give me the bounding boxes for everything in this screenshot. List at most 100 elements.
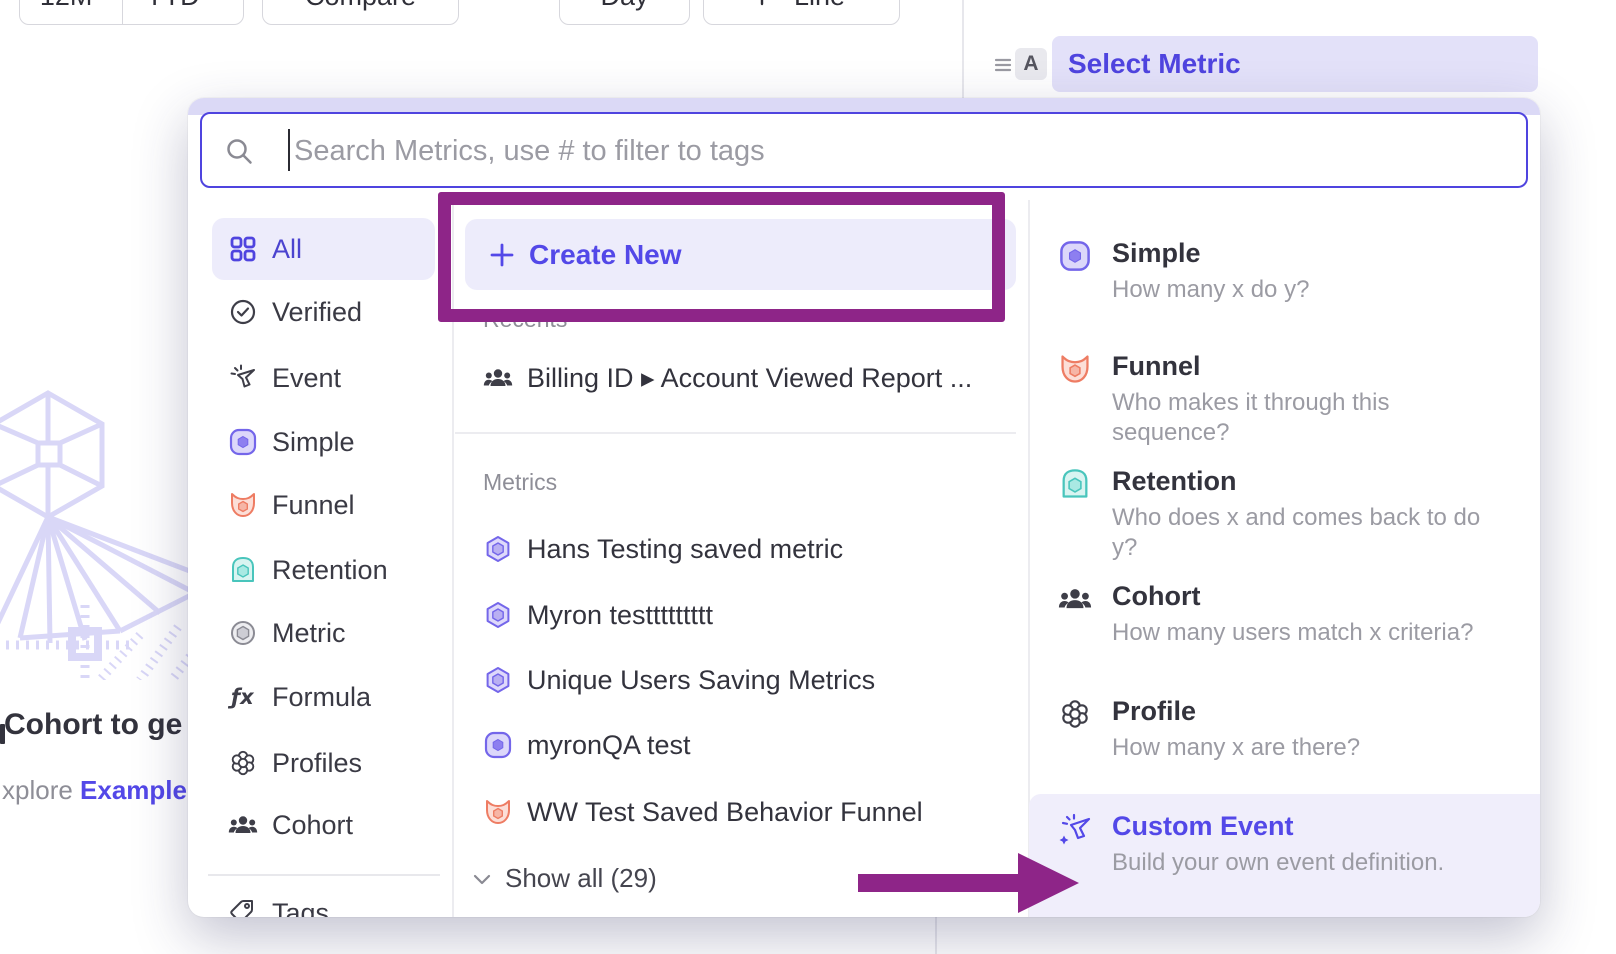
profiles-flower-icon bbox=[228, 748, 258, 778]
screen: 12M YTD Compare Day Line A Select Metric bbox=[0, 0, 1616, 954]
day-label: Day bbox=[600, 0, 648, 12]
type-row-retention[interactable]: Retention Who does x and comes back to d… bbox=[1058, 465, 1498, 563]
middle-divider bbox=[455, 432, 1016, 434]
type-title: Profile bbox=[1112, 695, 1360, 727]
custom-event-cursor-icon bbox=[1058, 812, 1092, 846]
funnel-icon bbox=[1058, 352, 1092, 386]
funnel-icon bbox=[228, 490, 258, 520]
compare-button[interactable]: Compare bbox=[262, 0, 459, 25]
show-all-toggle[interactable]: Show all (29) bbox=[473, 850, 657, 906]
line-label: Line bbox=[794, 0, 845, 12]
annotation-arrow bbox=[858, 853, 1080, 913]
metrics-heading: Metrics bbox=[483, 469, 557, 496]
sidebar-item-label: Simple bbox=[272, 427, 355, 458]
metric-item-label: Unique Users Saving Metrics bbox=[527, 665, 875, 696]
chart-type-line-button[interactable]: Line bbox=[703, 0, 900, 25]
simple-metric-icon bbox=[228, 427, 258, 457]
sidebar-item-label: All bbox=[272, 234, 302, 265]
sidebar-item-event[interactable]: Event bbox=[212, 347, 435, 409]
svg-text:ƒx: ƒx bbox=[228, 685, 255, 709]
sidebar-item-formula[interactable]: ƒx Formula bbox=[212, 666, 435, 728]
type-subtitle: Who makes it through this sequence? bbox=[1112, 388, 1498, 448]
metric-list-item[interactable]: myronQA test bbox=[483, 717, 691, 773]
type-row-profile[interactable]: Profile How many x are there? bbox=[1058, 695, 1498, 763]
retention-icon bbox=[228, 555, 258, 585]
metric-item-label: Hans Testing saved metric bbox=[527, 534, 843, 565]
sidebar-item-funnel[interactable]: Funnel bbox=[212, 474, 435, 536]
explore-line: xplore Example R bbox=[2, 775, 188, 811]
sidebar-item-tags[interactable]: Tags bbox=[212, 882, 435, 917]
formula-fx-icon: ƒx bbox=[228, 682, 258, 712]
type-row-custom-event[interactable]: Custom Event Build your own event defini… bbox=[1058, 810, 1498, 878]
date-range-segmented-control[interactable]: 12M YTD bbox=[19, 0, 244, 25]
panel-divider-bottom bbox=[935, 917, 937, 954]
type-subtitle: Who does x and comes back to do y? bbox=[1112, 503, 1498, 563]
type-subtitle: Build your own event definition. bbox=[1112, 848, 1444, 878]
metric-list-item[interactable]: WW Test Saved Behavior Funnel bbox=[483, 784, 923, 840]
recent-item-label: Billing ID ▸ Account Viewed Report ... bbox=[527, 363, 972, 394]
type-title: Retention bbox=[1112, 465, 1498, 497]
sidebar-item-metric[interactable]: Metric bbox=[212, 602, 435, 664]
range-12m-button[interactable]: 12M bbox=[20, 0, 112, 24]
search-input[interactable] bbox=[292, 118, 1476, 184]
metric-list-item[interactable]: Hans Testing saved metric bbox=[483, 521, 843, 577]
metric-item-label: myronQA test bbox=[527, 730, 691, 761]
metric-hexagon-icon bbox=[483, 600, 513, 630]
type-row-funnel[interactable]: Funnel Who makes it through this sequenc… bbox=[1058, 350, 1498, 448]
chevron-down-icon bbox=[208, 0, 221, 1]
metric-hexagon-icon bbox=[228, 618, 258, 648]
type-title: Simple bbox=[1112, 237, 1309, 269]
funnel-icon bbox=[483, 797, 513, 827]
sidebar-item-cohort[interactable]: Cohort bbox=[212, 794, 435, 856]
compare-label: Compare bbox=[305, 0, 416, 12]
simple-metric-icon bbox=[483, 730, 513, 760]
chevron-down-icon bbox=[473, 872, 491, 885]
metric-list-item[interactable]: Unique Users Saving Metrics bbox=[483, 652, 875, 708]
example-link[interactable]: Example R bbox=[80, 775, 188, 805]
sidebar-item-label: Metric bbox=[272, 618, 346, 649]
type-title: Funnel bbox=[1112, 350, 1498, 382]
search-box bbox=[200, 112, 1528, 188]
panel-divider-top bbox=[962, 0, 964, 98]
sidebar-item-profiles[interactable]: Profiles bbox=[212, 732, 435, 794]
background-illustration bbox=[0, 335, 195, 680]
type-row-simple[interactable]: Simple How many x do y? bbox=[1058, 237, 1498, 305]
sidebar-item-all[interactable]: All bbox=[212, 218, 435, 280]
cohort-people-icon bbox=[228, 810, 258, 840]
metric-hexagon-icon bbox=[483, 665, 513, 695]
annotation-highlight-box bbox=[438, 192, 1005, 322]
recent-item-row[interactable]: Billing ID ▸ Account Viewed Report ... bbox=[483, 350, 972, 406]
range-ytd-button[interactable]: YTD bbox=[122, 0, 243, 24]
text-caret bbox=[288, 129, 290, 171]
sidebar-item-label: Funnel bbox=[272, 490, 355, 521]
select-metric-pill[interactable]: Select Metric bbox=[1052, 36, 1538, 92]
explore-prefix: xplore bbox=[2, 775, 80, 805]
line-chart-icon bbox=[758, 0, 784, 7]
cohort-people-icon bbox=[1058, 582, 1092, 616]
series-a-letter: A bbox=[1023, 52, 1038, 76]
background-headline-fragment: Cohort to ge bbox=[4, 708, 188, 750]
sidebar-item-label: Profiles bbox=[272, 748, 362, 779]
sidebar-item-verified[interactable]: Verified bbox=[212, 281, 435, 343]
metric-list-item[interactable]: Myron testtttttttt bbox=[483, 587, 713, 643]
sidebar-item-retention[interactable]: Retention bbox=[212, 539, 435, 601]
sidebar-item-label: Verified bbox=[272, 297, 362, 328]
cohort-people-icon bbox=[483, 363, 513, 393]
series-a-badge[interactable]: A bbox=[1015, 48, 1047, 80]
verified-badge-icon bbox=[228, 297, 258, 327]
headline-text: Cohort to ge bbox=[4, 708, 182, 741]
select-metric-label: Select Metric bbox=[1068, 48, 1241, 80]
range-ytd-label: YTD bbox=[146, 0, 200, 12]
range-12m-label: 12M bbox=[40, 0, 93, 12]
sidebar-item-label: Cohort bbox=[272, 810, 353, 841]
simple-metric-icon bbox=[1058, 239, 1092, 273]
type-subtitle: How many x are there? bbox=[1112, 733, 1360, 763]
show-all-label: Show all (29) bbox=[505, 863, 657, 894]
drag-handle-icon[interactable] bbox=[994, 56, 1012, 74]
sidebar-item-label: Retention bbox=[272, 555, 388, 586]
sidebar-item-simple[interactable]: Simple bbox=[212, 411, 435, 473]
event-cursor-icon bbox=[228, 363, 258, 393]
type-row-cohort[interactable]: Cohort How many users match x criteria? bbox=[1058, 580, 1498, 648]
type-subtitle: How many users match x criteria? bbox=[1112, 618, 1473, 648]
granularity-day-button[interactable]: Day bbox=[559, 0, 690, 25]
